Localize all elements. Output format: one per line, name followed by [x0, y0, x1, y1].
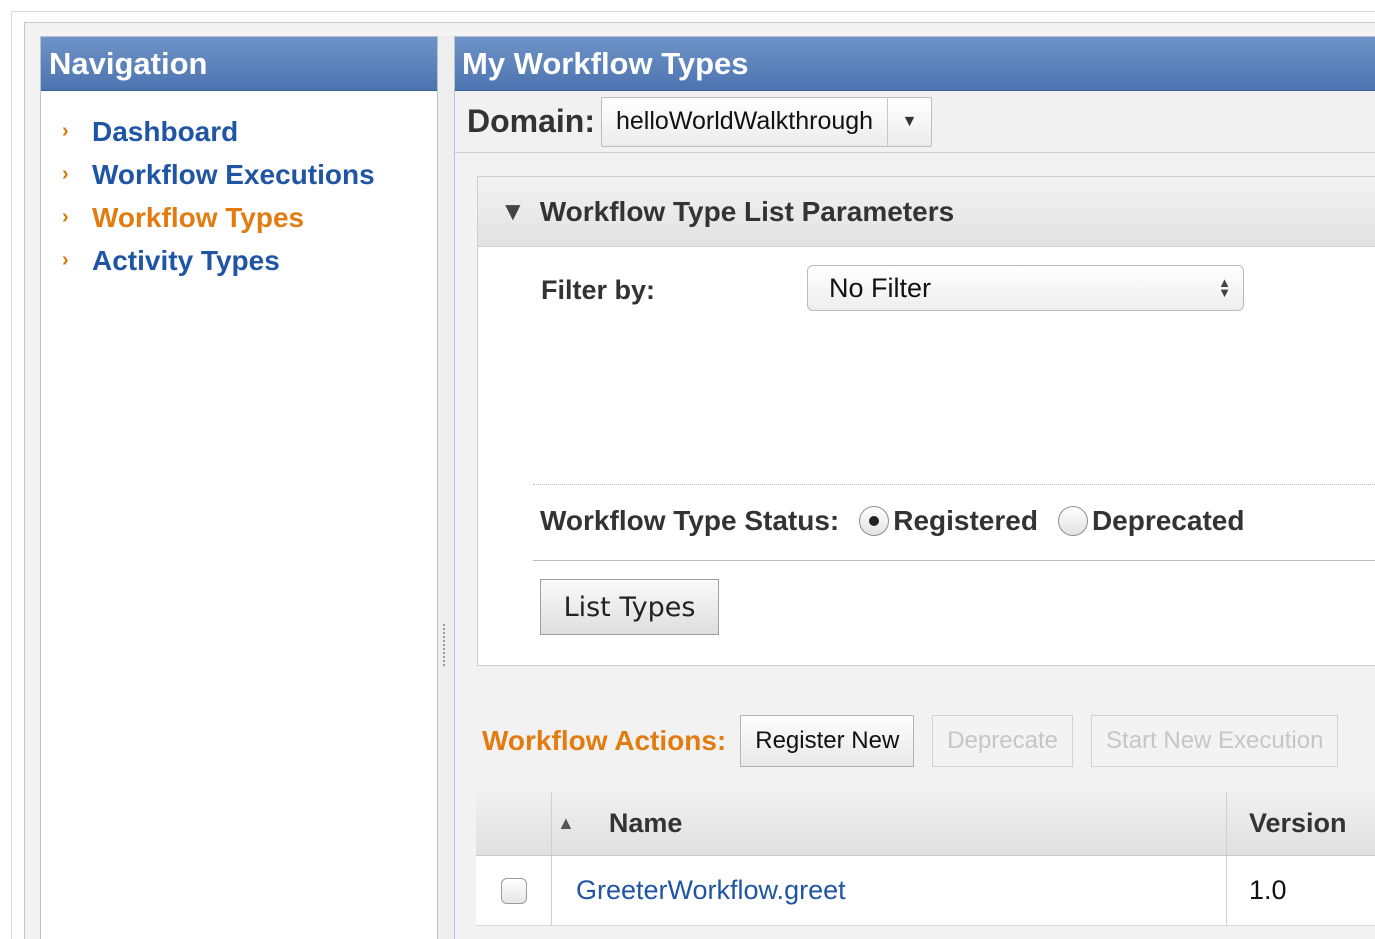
header-checkbox-column — [476, 792, 552, 855]
list-parameters-header[interactable]: ▼ Workflow Type List Parameters — [478, 177, 1375, 247]
nav-link-activity-types[interactable]: Activity Types — [92, 245, 280, 277]
radio-registered[interactable] — [859, 506, 890, 536]
register-new-button[interactable]: Register New — [740, 715, 915, 767]
filter-label: Filter by: — [541, 275, 656, 305]
nav-item-activity-types[interactable]: › Activity Types — [62, 239, 437, 282]
workflow-name-link[interactable]: GreeterWorkflow.greet — [576, 875, 846, 906]
nav-link-workflow-types[interactable]: Workflow Types — [92, 202, 304, 234]
chevron-right-icon: › — [62, 206, 69, 228]
filter-value: No Filter — [829, 272, 932, 303]
page-title: My Workflow Types — [455, 37, 1375, 91]
deprecate-button[interactable]: Deprecate — [932, 715, 1074, 767]
collapse-triangle-icon[interactable]: ▼ — [500, 196, 526, 227]
domain-label: Domain: — [467, 103, 595, 139]
splitter-grip-icon[interactable] — [443, 624, 447, 666]
dotted-divider — [533, 484, 1375, 485]
workflow-types-table: ▲ Name Version GreeterWorkflow.greet 1.0 — [476, 792, 1375, 926]
chevron-right-icon: › — [62, 120, 69, 142]
navigation-list: › Dashboard › Workflow Executions › Work… — [41, 91, 437, 282]
row-version-cell: 1.0 — [1227, 856, 1287, 925]
filter-select[interactable]: No Filter ▲ ▼ — [807, 265, 1244, 311]
nav-item-dashboard[interactable]: › Dashboard — [62, 110, 437, 153]
column-header-version-label: Version — [1249, 808, 1347, 838]
navigation-title: Navigation — [41, 37, 437, 91]
table-row: GreeterWorkflow.greet 1.0 — [476, 856, 1375, 926]
chevron-right-icon: › — [62, 249, 69, 271]
workflow-actions-label: Workflow Actions: — [482, 725, 727, 756]
select-updown-icon: ▲ ▼ — [1218, 275, 1231, 300]
workflow-version: 1.0 — [1249, 875, 1287, 905]
column-header-name[interactable]: ▲ Name — [552, 792, 1227, 855]
start-new-execution-button[interactable]: Start New Execution — [1091, 715, 1339, 767]
sort-ascending-icon[interactable]: ▲ — [557, 813, 575, 834]
navigation-panel: Navigation › Dashboard › Workflow Execut… — [40, 36, 438, 939]
row-name-cell: GreeterWorkflow.greet — [552, 856, 1227, 925]
domain-bar: Domain: helloWorldWalkthrough ▼ — [455, 91, 1375, 153]
radio-selected-dot — [869, 516, 880, 526]
status-row: Workflow Type Status: Registered Depreca… — [540, 505, 1264, 537]
column-header-version[interactable]: Version — [1227, 792, 1347, 855]
domain-value: helloWorldWalkthrough — [616, 107, 874, 135]
domain-select[interactable]: helloWorldWalkthrough ▼ — [601, 96, 933, 147]
nav-item-workflow-types[interactable]: › Workflow Types — [62, 196, 437, 239]
nav-item-workflow-executions[interactable]: › Workflow Executions — [62, 153, 437, 196]
list-parameters-panel: ▼ Workflow Type List Parameters Filter b… — [477, 176, 1375, 666]
radio-registered-label[interactable]: Registered — [893, 505, 1038, 537]
list-parameters-title: Workflow Type List Parameters — [539, 195, 955, 227]
list-types-button[interactable]: List Types — [540, 579, 719, 635]
divider — [533, 560, 1375, 561]
nav-link-dashboard[interactable]: Dashboard — [92, 116, 238, 148]
nav-link-workflow-executions[interactable]: Workflow Executions — [92, 159, 375, 191]
table-header: ▲ Name Version — [476, 792, 1375, 856]
row-checkbox[interactable] — [500, 877, 527, 904]
workflow-actions-bar: Workflow Actions: Register New Deprecate… — [482, 715, 1356, 767]
dropdown-arrow-icon[interactable]: ▼ — [887, 97, 931, 146]
radio-deprecated-label[interactable]: Deprecated — [1092, 505, 1245, 537]
column-header-name-label: Name — [608, 808, 683, 838]
row-checkbox-cell — [476, 856, 552, 925]
chevron-right-icon: › — [62, 163, 69, 185]
radio-deprecated[interactable] — [1057, 506, 1088, 536]
status-label: Workflow Type Status: — [540, 505, 840, 536]
panel-splitter[interactable] — [438, 36, 454, 939]
